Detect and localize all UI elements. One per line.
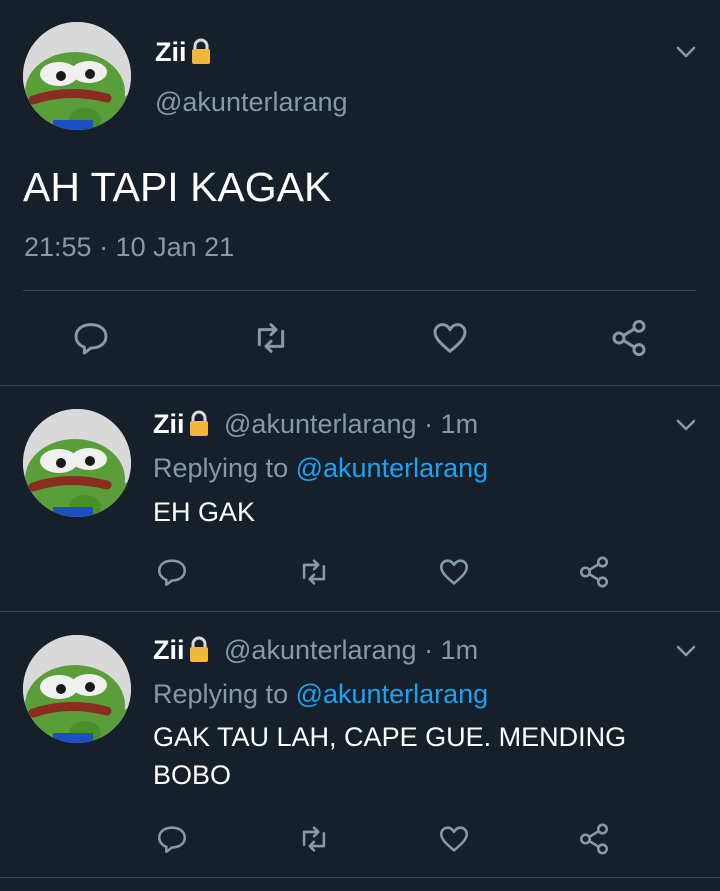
display-name[interactable]: Zii	[153, 409, 185, 439]
tweet-text-line: GAK TAU LAH, CAPE GUE. MENDING	[153, 722, 627, 752]
tweet-text: AH TAPI KAGAK	[23, 164, 332, 210]
divider	[0, 385, 720, 386]
tweet-text: EH GAK	[153, 497, 256, 527]
like-icon[interactable]	[430, 318, 470, 358]
reply-icon[interactable]	[71, 318, 111, 358]
reply-header: Zii @akunterlarang · 1m	[153, 635, 478, 670]
handle[interactable]: @akunterlarang	[224, 635, 417, 665]
like-icon[interactable]	[437, 555, 471, 589]
display-name[interactable]: Zii	[153, 635, 185, 665]
share-icon[interactable]	[577, 555, 611, 589]
frog-avatar-icon	[23, 22, 131, 130]
replying-to: Replying to @akunterlarang	[153, 679, 489, 709]
timestamp[interactable]: 21:55 · 10 Jan 21	[24, 232, 234, 263]
chevron-down-icon[interactable]	[674, 639, 698, 663]
display-name[interactable]: Zii	[155, 37, 213, 72]
avatar[interactable]	[23, 22, 131, 130]
chevron-down-icon[interactable]	[674, 413, 698, 437]
lock-icon	[187, 635, 211, 670]
mention-link[interactable]: @akunterlarang	[296, 453, 489, 483]
retweet-icon[interactable]	[297, 555, 331, 589]
relative-time[interactable]: · 1m	[424, 409, 478, 439]
retweet-icon[interactable]	[297, 822, 331, 856]
retweet-icon[interactable]	[251, 318, 291, 358]
frog-avatar-icon	[23, 409, 131, 517]
relative-time[interactable]: · 1m	[424, 635, 478, 665]
frog-avatar-icon	[23, 635, 131, 743]
avatar[interactable]	[23, 409, 131, 517]
share-icon[interactable]	[609, 318, 649, 358]
divider	[0, 611, 720, 612]
lock-icon	[189, 37, 213, 72]
like-icon[interactable]	[437, 822, 471, 856]
tweet-text-line: BOBO	[153, 760, 232, 790]
reply-header: Zii @akunterlarang · 1m	[153, 409, 478, 444]
lock-icon	[187, 409, 211, 444]
share-icon[interactable]	[577, 822, 611, 856]
reply-icon[interactable]	[155, 555, 189, 589]
reply-icon[interactable]	[155, 822, 189, 856]
handle[interactable]: @akunterlarang	[155, 87, 348, 118]
mention-link[interactable]: @akunterlarang	[296, 679, 489, 709]
avatar[interactable]	[23, 635, 131, 743]
chevron-down-icon[interactable]	[674, 40, 698, 64]
replying-to: Replying to @akunterlarang	[153, 453, 489, 483]
divider	[0, 877, 720, 878]
divider	[23, 290, 696, 291]
handle[interactable]: @akunterlarang	[224, 409, 417, 439]
